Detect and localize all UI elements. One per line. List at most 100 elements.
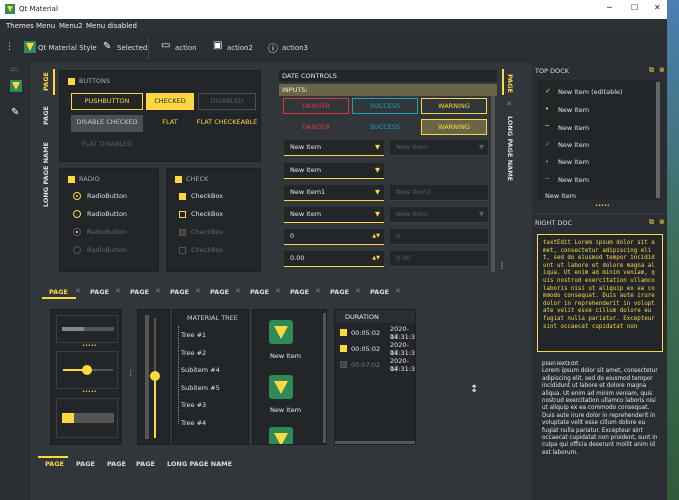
close-tab-icon[interactable]: ✕ bbox=[506, 172, 512, 180]
spinbox-int[interactable]: 0 ▲▼ bbox=[284, 229, 384, 245]
top-dock-scrollbar[interactable] bbox=[656, 82, 660, 198]
checkbox-2[interactable] bbox=[179, 211, 186, 218]
sidebar-grip-icon[interactable]: :::: bbox=[10, 66, 18, 73]
tree-item[interactable]: Tree #1 bbox=[181, 331, 206, 339]
tree-item[interactable]: Tree #2 bbox=[181, 349, 206, 357]
pencil-icon[interactable]: ✎ bbox=[103, 41, 111, 52]
minimize-icon[interactable]: ─ bbox=[607, 3, 612, 12]
page-tab-1[interactable]: PAGE bbox=[45, 460, 64, 468]
app-logo-icon[interactable] bbox=[269, 375, 293, 399]
menu-themes[interactable]: Themes bbox=[6, 22, 34, 30]
combo-1[interactable]: New Item ▼ bbox=[284, 140, 384, 156]
tree-item[interactable]: Tree #3 bbox=[181, 401, 206, 409]
radio-section-checkbox[interactable] bbox=[68, 176, 75, 183]
list-item[interactable]: New Item bbox=[545, 192, 576, 198]
page-tab-2[interactable]: PAGE bbox=[76, 460, 95, 468]
plain-text-edit[interactable]: plainTextEdit Lorem ipsum dolor sit amet… bbox=[542, 361, 660, 496]
vtab-page-1[interactable]: PAGE bbox=[42, 72, 50, 91]
menu-menu[interactable]: Menu bbox=[36, 22, 55, 30]
splitter-grip-icon[interactable]: ⋮ bbox=[498, 261, 506, 270]
list-item[interactable]: New Item bbox=[558, 141, 589, 149]
close-tab-icon[interactable]: ✕ bbox=[195, 287, 201, 295]
inputs-scrollbar[interactable] bbox=[491, 96, 495, 272]
app-logo-icon[interactable] bbox=[269, 320, 293, 344]
list-item[interactable]: New Item bbox=[558, 106, 589, 114]
danger-button[interactable]: DANGER bbox=[283, 98, 349, 114]
list-item[interactable]: New Item bbox=[558, 124, 589, 132]
close-tab-icon[interactable]: ✕ bbox=[155, 287, 161, 295]
close-dock-icon[interactable]: ⊗ bbox=[659, 66, 665, 74]
combo-4[interactable]: New Item ▼ bbox=[284, 207, 384, 223]
row-checkbox[interactable] bbox=[340, 345, 347, 352]
close-icon[interactable]: ✕ bbox=[654, 3, 661, 12]
bottom-tab-9[interactable]: PAGE bbox=[370, 288, 389, 296]
success-flat-button[interactable]: SUCCESS bbox=[352, 119, 418, 135]
bottom-tab-2[interactable]: PAGE bbox=[90, 288, 109, 296]
bottom-tab-4[interactable]: PAGE bbox=[170, 288, 189, 296]
checked-button[interactable]: CHECKED bbox=[146, 93, 194, 110]
page-tab-4[interactable]: PAGE bbox=[136, 460, 155, 468]
radio-2[interactable] bbox=[73, 210, 81, 218]
float-icon[interactable]: ⧉ bbox=[649, 66, 654, 75]
selected-button[interactable]: Selected bbox=[117, 44, 147, 52]
bottom-tab-3[interactable]: PAGE bbox=[130, 288, 149, 296]
close-tab-icon[interactable]: ✕ bbox=[355, 287, 361, 295]
tree-item[interactable]: Tree #4 bbox=[181, 419, 206, 427]
text-edit[interactable]: textEdit Lorem ipsum dolor sit amet, con… bbox=[537, 234, 663, 352]
success-button[interactable]: SUCCESS bbox=[352, 98, 418, 114]
list-item[interactable]: New Item bbox=[558, 158, 589, 166]
radio-1[interactable] bbox=[73, 192, 81, 200]
action-button[interactable]: action bbox=[175, 44, 197, 52]
v-slider-handle[interactable] bbox=[150, 371, 160, 381]
danger-flat-button[interactable]: DANGER bbox=[283, 119, 349, 135]
warning-filled-button[interactable]: WARNING bbox=[421, 119, 487, 135]
flat-checkeable-button[interactable]: FLAT CHECKEABLE bbox=[195, 115, 259, 132]
action2-button[interactable]: action2 bbox=[227, 44, 253, 52]
bottom-tab-5[interactable]: PAGE bbox=[210, 288, 229, 296]
icon-list-scrollbar[interactable] bbox=[323, 313, 326, 443]
toolbar-grip-icon[interactable]: ⋮ bbox=[5, 42, 14, 52]
row-checkbox[interactable] bbox=[340, 329, 347, 336]
spinbox-double[interactable]: 0.00 ▲▼ bbox=[284, 251, 384, 267]
edit-icon[interactable]: ✎ bbox=[11, 107, 19, 118]
flat-button[interactable]: FLAT bbox=[146, 115, 194, 132]
tree-item[interactable]: Subitem #5 bbox=[181, 384, 220, 392]
menu-menu2[interactable]: Menu2 bbox=[59, 22, 83, 30]
close-tab-icon[interactable]: ✕ bbox=[395, 287, 401, 295]
check-section-checkbox[interactable] bbox=[175, 176, 182, 183]
help-icon[interactable]: ⓘ bbox=[268, 40, 278, 55]
close-tab-icon[interactable]: ✕ bbox=[315, 287, 321, 295]
close-tab-icon[interactable]: ✕ bbox=[506, 100, 512, 108]
tree-item[interactable]: Subitem #4 bbox=[181, 366, 220, 374]
action3-button[interactable]: action3 bbox=[282, 44, 308, 52]
warning-button[interactable]: WARNING bbox=[421, 98, 487, 114]
save-icon[interactable]: ▣ bbox=[213, 40, 222, 51]
float-icon[interactable]: ⧉ bbox=[649, 218, 654, 227]
close-tab-icon[interactable]: ✕ bbox=[75, 287, 81, 295]
page-tab-3[interactable]: PAGE bbox=[107, 460, 126, 468]
checkbox-1[interactable] bbox=[179, 193, 186, 200]
close-tab-icon[interactable]: ✕ bbox=[275, 287, 281, 295]
table-h-scrollbar[interactable] bbox=[335, 441, 415, 444]
vtab-long-page-name[interactable]: LONG PAGE NAME bbox=[42, 142, 50, 207]
app-logo-icon[interactable] bbox=[269, 427, 293, 445]
logo-icon[interactable] bbox=[10, 80, 22, 92]
splitter-grip-icon[interactable]: ⋮ bbox=[127, 369, 134, 377]
table-header-duration[interactable]: DURATION bbox=[345, 313, 379, 321]
close-tab-icon[interactable]: ✕ bbox=[115, 287, 121, 295]
close-dock-icon[interactable]: ⊗ bbox=[659, 218, 665, 226]
h-slider-handle[interactable] bbox=[82, 365, 92, 375]
title-bar[interactable]: Qt Material ─ ☐ ✕ bbox=[0, 0, 667, 19]
page-tab-long[interactable]: LONG PAGE NAME bbox=[167, 460, 232, 468]
maximize-icon[interactable]: ☐ bbox=[631, 3, 638, 12]
bottom-tab-7[interactable]: PAGE bbox=[290, 288, 309, 296]
close-tab-icon[interactable]: ✕ bbox=[235, 287, 241, 295]
bottom-tab-8[interactable]: PAGE bbox=[330, 288, 349, 296]
right-vtab-page[interactable]: PAGE bbox=[506, 74, 514, 93]
menu-disabled[interactable]: Menu disabled bbox=[86, 22, 137, 30]
h-scrollbar-handle[interactable] bbox=[62, 327, 84, 331]
folder-icon[interactable]: ▭ bbox=[161, 40, 170, 51]
combo-2[interactable]: New Item ▼ bbox=[284, 163, 384, 179]
vtab-page-2[interactable]: PAGE bbox=[42, 106, 50, 125]
list-item[interactable]: New Item bbox=[558, 176, 589, 184]
